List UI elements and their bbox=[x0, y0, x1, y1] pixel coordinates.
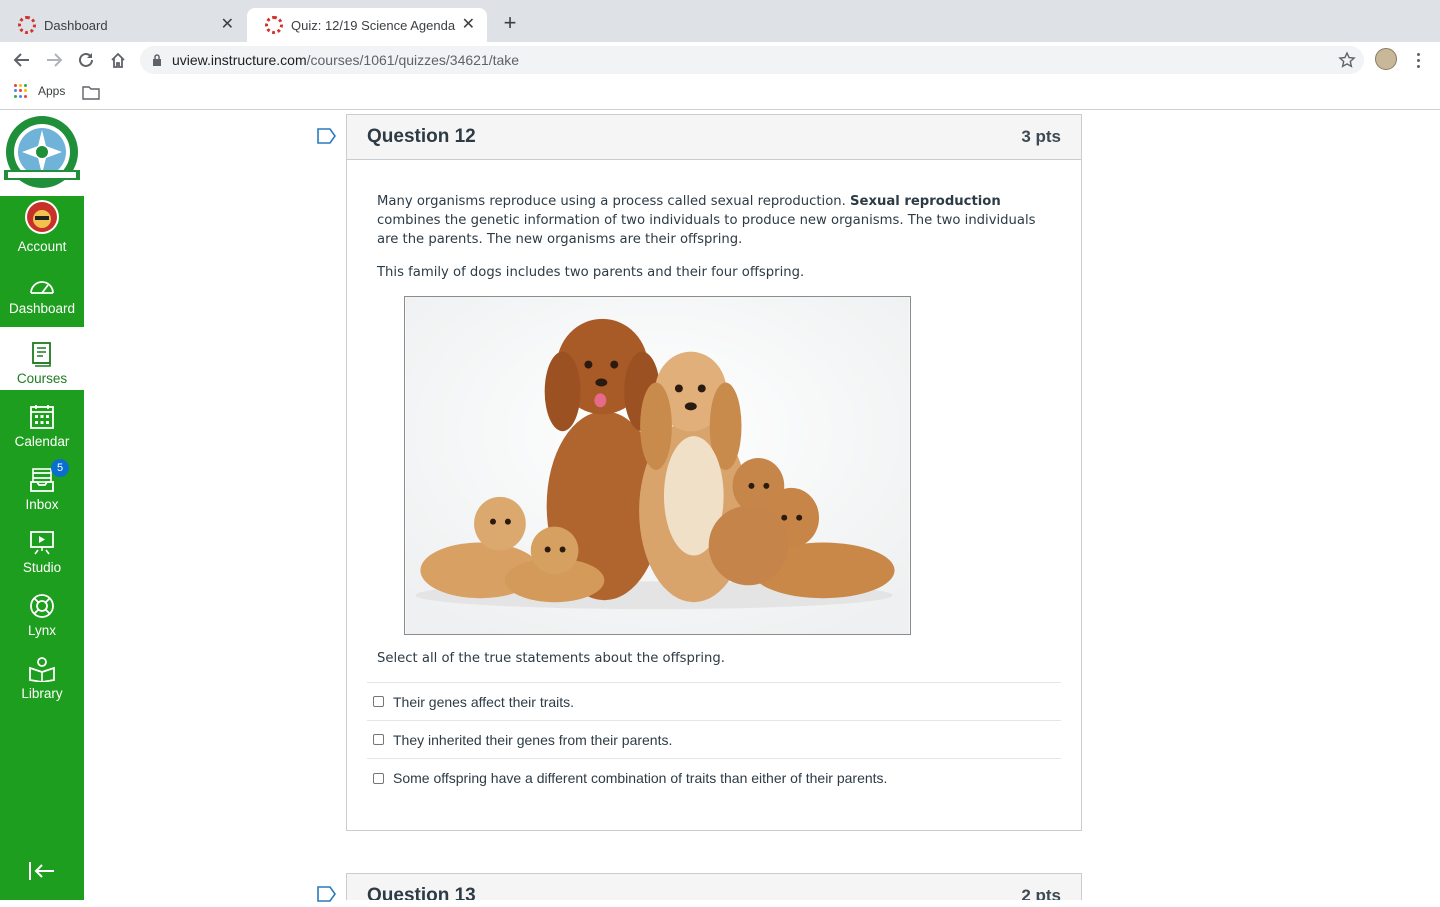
nav-label: Calendar bbox=[14, 434, 70, 449]
library-icon bbox=[28, 656, 56, 682]
avatar bbox=[24, 199, 60, 235]
forward-icon[interactable] bbox=[43, 49, 65, 71]
close-icon[interactable]: ✕ bbox=[462, 17, 475, 33]
back-icon[interactable] bbox=[11, 49, 33, 71]
lynx-icon bbox=[29, 593, 55, 619]
question-text: Many organisms reproduce using a process… bbox=[347, 160, 1081, 668]
nav-courses[interactable]: Courses bbox=[0, 327, 84, 390]
question-prompt: Select all of the true statements about … bbox=[377, 651, 725, 666]
reload-icon[interactable] bbox=[75, 49, 97, 71]
question-12: Question 12 3 pts Many organisms reprodu… bbox=[346, 114, 1082, 831]
nav-studio[interactable]: Studio bbox=[0, 516, 84, 579]
question-points: 2 pts bbox=[1021, 886, 1061, 900]
tab-dashboard[interactable]: Dashboard ✕ bbox=[0, 8, 246, 42]
question-title: Question 12 bbox=[367, 126, 476, 147]
school-seal-icon bbox=[4, 115, 80, 188]
dashboard-icon bbox=[28, 273, 56, 297]
url-path: /courses/1061/quizzes/34621/take bbox=[306, 52, 520, 68]
bookmark-star-icon[interactable] bbox=[1338, 51, 1356, 72]
bookmarks-bar: Apps bbox=[0, 78, 1440, 110]
nav-account[interactable]: Account bbox=[0, 196, 84, 258]
answer-checkbox[interactable] bbox=[373, 696, 384, 707]
answer-checkbox[interactable] bbox=[373, 772, 384, 784]
studio-icon bbox=[29, 530, 55, 556]
apps-shortcut[interactable]: Apps bbox=[14, 84, 65, 98]
global-navigation: Account Dashboard Courses Calendar 5 Inb… bbox=[0, 111, 84, 900]
school-logo[interactable] bbox=[0, 111, 84, 196]
tab-title: Quiz: 12/19 Science Agenda: G bbox=[291, 17, 456, 33]
question-header: Question 13 2 pts bbox=[347, 874, 1081, 900]
tab-quiz[interactable]: Quiz: 12/19 Science Agenda: G ✕ bbox=[247, 8, 487, 42]
nav-label: Courses bbox=[16, 371, 68, 386]
intro-paragraph: Many organisms reproduce using a process… bbox=[377, 194, 1036, 247]
nav-library[interactable]: Library bbox=[0, 642, 84, 705]
browser-menu-icon[interactable] bbox=[1410, 49, 1426, 71]
nav-lynx[interactable]: Lynx bbox=[0, 579, 84, 642]
bookmark-folder-icon[interactable] bbox=[82, 86, 100, 103]
browser-tabstrip: Dashboard ✕ Quiz: 12/19 Science Agenda: … bbox=[0, 0, 1440, 42]
answer-option[interactable]: They inherited their genes from their pa… bbox=[367, 721, 1061, 759]
nav-label: Account bbox=[17, 239, 67, 254]
dog-family-paragraph: This family of dogs includes two parents… bbox=[377, 265, 805, 280]
question-13: Question 13 2 pts bbox=[346, 873, 1082, 900]
profile-avatar[interactable] bbox=[1375, 48, 1397, 70]
apps-grid-icon bbox=[14, 84, 28, 98]
address-bar[interactable]: uview.instructure.com/courses/1061/quizz… bbox=[140, 46, 1364, 74]
nav-calendar[interactable]: Calendar bbox=[0, 390, 84, 453]
apps-label: Apps bbox=[38, 84, 66, 98]
canvas-favicon-icon bbox=[18, 16, 36, 34]
nav-label: Inbox bbox=[25, 497, 59, 512]
nav-inbox[interactable]: 5 Inbox bbox=[0, 453, 84, 516]
answer-text: They inherited their genes from their pa… bbox=[393, 731, 673, 748]
courses-icon bbox=[31, 341, 53, 367]
close-icon[interactable]: ✕ bbox=[221, 17, 234, 33]
bold-term: Sexual reproduction bbox=[850, 194, 1001, 209]
collapse-nav-icon[interactable] bbox=[28, 861, 56, 886]
answer-option[interactable]: Their genes affect their traits. bbox=[367, 683, 1061, 721]
answer-text: Their genes affect their traits. bbox=[393, 693, 575, 710]
answer-list: Their genes affect their traits. They in… bbox=[367, 682, 1061, 797]
canvas-favicon-icon bbox=[265, 16, 283, 34]
nav-label: Library bbox=[21, 686, 63, 701]
question-title: Question 13 bbox=[367, 885, 476, 900]
flag-question-icon[interactable] bbox=[317, 128, 337, 144]
url-host: uview.instructure.com bbox=[172, 52, 307, 68]
tab-title: Dashboard bbox=[44, 17, 108, 33]
question-points: 3 pts bbox=[1021, 127, 1061, 146]
answer-checkbox[interactable] bbox=[373, 734, 384, 745]
nav-dashboard[interactable]: Dashboard bbox=[0, 258, 84, 320]
inbox-icon: 5 bbox=[29, 459, 69, 493]
new-tab-icon[interactable]: + bbox=[498, 12, 522, 36]
calendar-icon bbox=[29, 404, 55, 430]
home-icon[interactable] bbox=[107, 49, 129, 71]
nav-label: Dashboard bbox=[8, 301, 76, 316]
nav-label: Lynx bbox=[27, 623, 56, 638]
dog-family-photo bbox=[404, 296, 911, 635]
question-header: Question 12 3 pts bbox=[347, 115, 1081, 160]
answer-text: Some offspring have a different combinat… bbox=[393, 770, 888, 786]
lock-icon bbox=[152, 54, 162, 66]
answer-option[interactable]: Some offspring have a different combinat… bbox=[367, 759, 1061, 797]
browser-toolbar: uview.instructure.com/courses/1061/quizz… bbox=[0, 42, 1440, 78]
nav-label: Studio bbox=[22, 560, 62, 575]
inbox-unread-badge: 5 bbox=[51, 459, 69, 477]
